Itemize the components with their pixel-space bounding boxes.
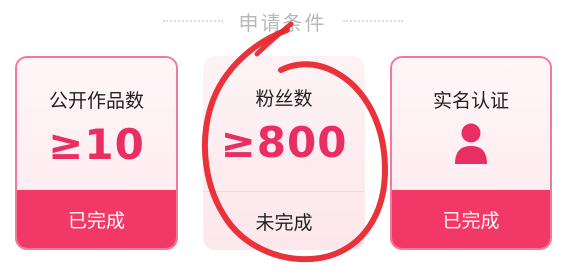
status-badge: 已完成 bbox=[392, 190, 550, 248]
header-divider-right bbox=[342, 20, 403, 22]
status-badge: 已完成 bbox=[17, 190, 176, 248]
application-conditions-panel: 申请条件 公开作品数 ≥10 已完成 粉丝数 ≥800 未完成 实名认证 已完成 bbox=[0, 0, 565, 279]
condition-card-fans: 粉丝数 ≥800 未完成 bbox=[203, 56, 365, 250]
condition-label: 实名认证 bbox=[432, 90, 509, 112]
person-icon bbox=[455, 123, 487, 164]
status-badge: 未完成 bbox=[203, 191, 365, 250]
section-header: 申请条件 bbox=[0, 6, 565, 36]
section-title: 申请条件 bbox=[238, 10, 327, 35]
condition-card-public-works: 公开作品数 ≥10 已完成 bbox=[15, 56, 178, 250]
condition-card-real-name[interactable]: 实名认证 已完成 bbox=[390, 56, 552, 250]
condition-label: 公开作品数 bbox=[48, 90, 144, 112]
condition-value: ≥10 bbox=[48, 120, 145, 169]
condition-value: ≥800 bbox=[220, 118, 348, 167]
header-divider-left bbox=[162, 20, 223, 22]
condition-label: 粉丝数 bbox=[255, 88, 313, 110]
